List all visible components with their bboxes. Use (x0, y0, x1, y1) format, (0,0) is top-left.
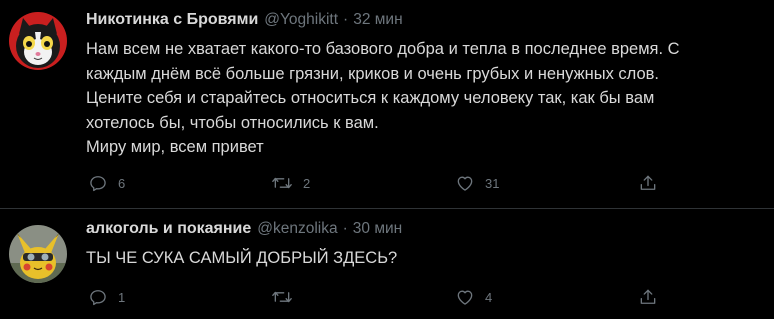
tweet-text-line: Нам всем не хватает какого-то базового д… (86, 40, 680, 58)
avatar[interactable] (9, 225, 67, 283)
avatar[interactable] (9, 12, 67, 70)
like-button[interactable]: 4 (455, 283, 492, 311)
share-button[interactable] (638, 169, 658, 197)
timestamp[interactable]: 32 мин (353, 8, 402, 32)
user-handle[interactable]: @Yoghikitt (264, 8, 338, 32)
like-button[interactable]: 31 (455, 169, 499, 197)
tweet-text-line: хотелось бы, чтобы относились к вам. (86, 113, 379, 132)
reply-icon (90, 176, 106, 192)
tweet-text-line: Миру мир, всем привет (86, 138, 264, 156)
tweet-text: ТЫ ЧЕ СУКА САМЫЙ ДОБРЫЙ ЗДЕСЬ? (86, 246, 764, 271)
retweet-button[interactable] (271, 283, 303, 311)
timestamp[interactable]: 30 мин (353, 217, 402, 241)
reply-count: 6 (118, 175, 126, 191)
separator: · (343, 11, 349, 28)
share-button[interactable] (638, 283, 658, 311)
display-name[interactable]: алкоголь и покаяние (86, 217, 251, 241)
tweet[interactable]: Никотинка с Бровями @Yoghikitt · 32 мин … (0, 0, 774, 209)
like-count: 4 (485, 289, 493, 305)
pikachu-avatar-image (9, 225, 67, 283)
retweet-button[interactable]: 2 (271, 169, 310, 197)
tweet-header: Никотинка с Бровями @Yoghikitt · 32 мин (86, 8, 764, 32)
tweet[interactable]: алкоголь и покаяние @kenzolika · 30 мин … (0, 209, 774, 319)
retweet-count: 2 (303, 175, 311, 191)
tweet-text: Нам всем не хватает какого-то базового д… (86, 37, 764, 160)
tweet-header: алкоголь и покаяние @kenzolika · 30 мин (86, 217, 764, 241)
heart-icon (457, 176, 473, 191)
tweet-text-line: Цените себя и старайтесь относиться к ка… (86, 89, 655, 107)
heart-icon (457, 290, 473, 305)
reply-count: 1 (118, 289, 126, 305)
share-icon (640, 289, 656, 304)
like-count: 31 (485, 175, 500, 191)
reply-icon (90, 290, 106, 306)
separator: · (342, 220, 348, 237)
tweet-text-line: каждым днём всё больше грязни, криков и … (86, 64, 660, 83)
display-name[interactable]: Никотинка с Бровями (86, 8, 258, 32)
reply-button[interactable]: 1 (88, 283, 125, 311)
tweet-actions: 6 2 31 (86, 169, 706, 197)
retweet-icon (272, 291, 292, 303)
tweet-text-line: ТЫ ЧЕ СУКА САМЫЙ ДОБРЫЙ ЗДЕСЬ? (86, 249, 398, 267)
cat-avatar-image (9, 12, 67, 70)
retweet-icon (272, 177, 292, 189)
share-icon (640, 175, 656, 190)
user-handle[interactable]: @kenzolika (257, 217, 337, 241)
tweet-actions: 1 4 (86, 283, 706, 311)
reply-button[interactable]: 6 (88, 169, 125, 197)
